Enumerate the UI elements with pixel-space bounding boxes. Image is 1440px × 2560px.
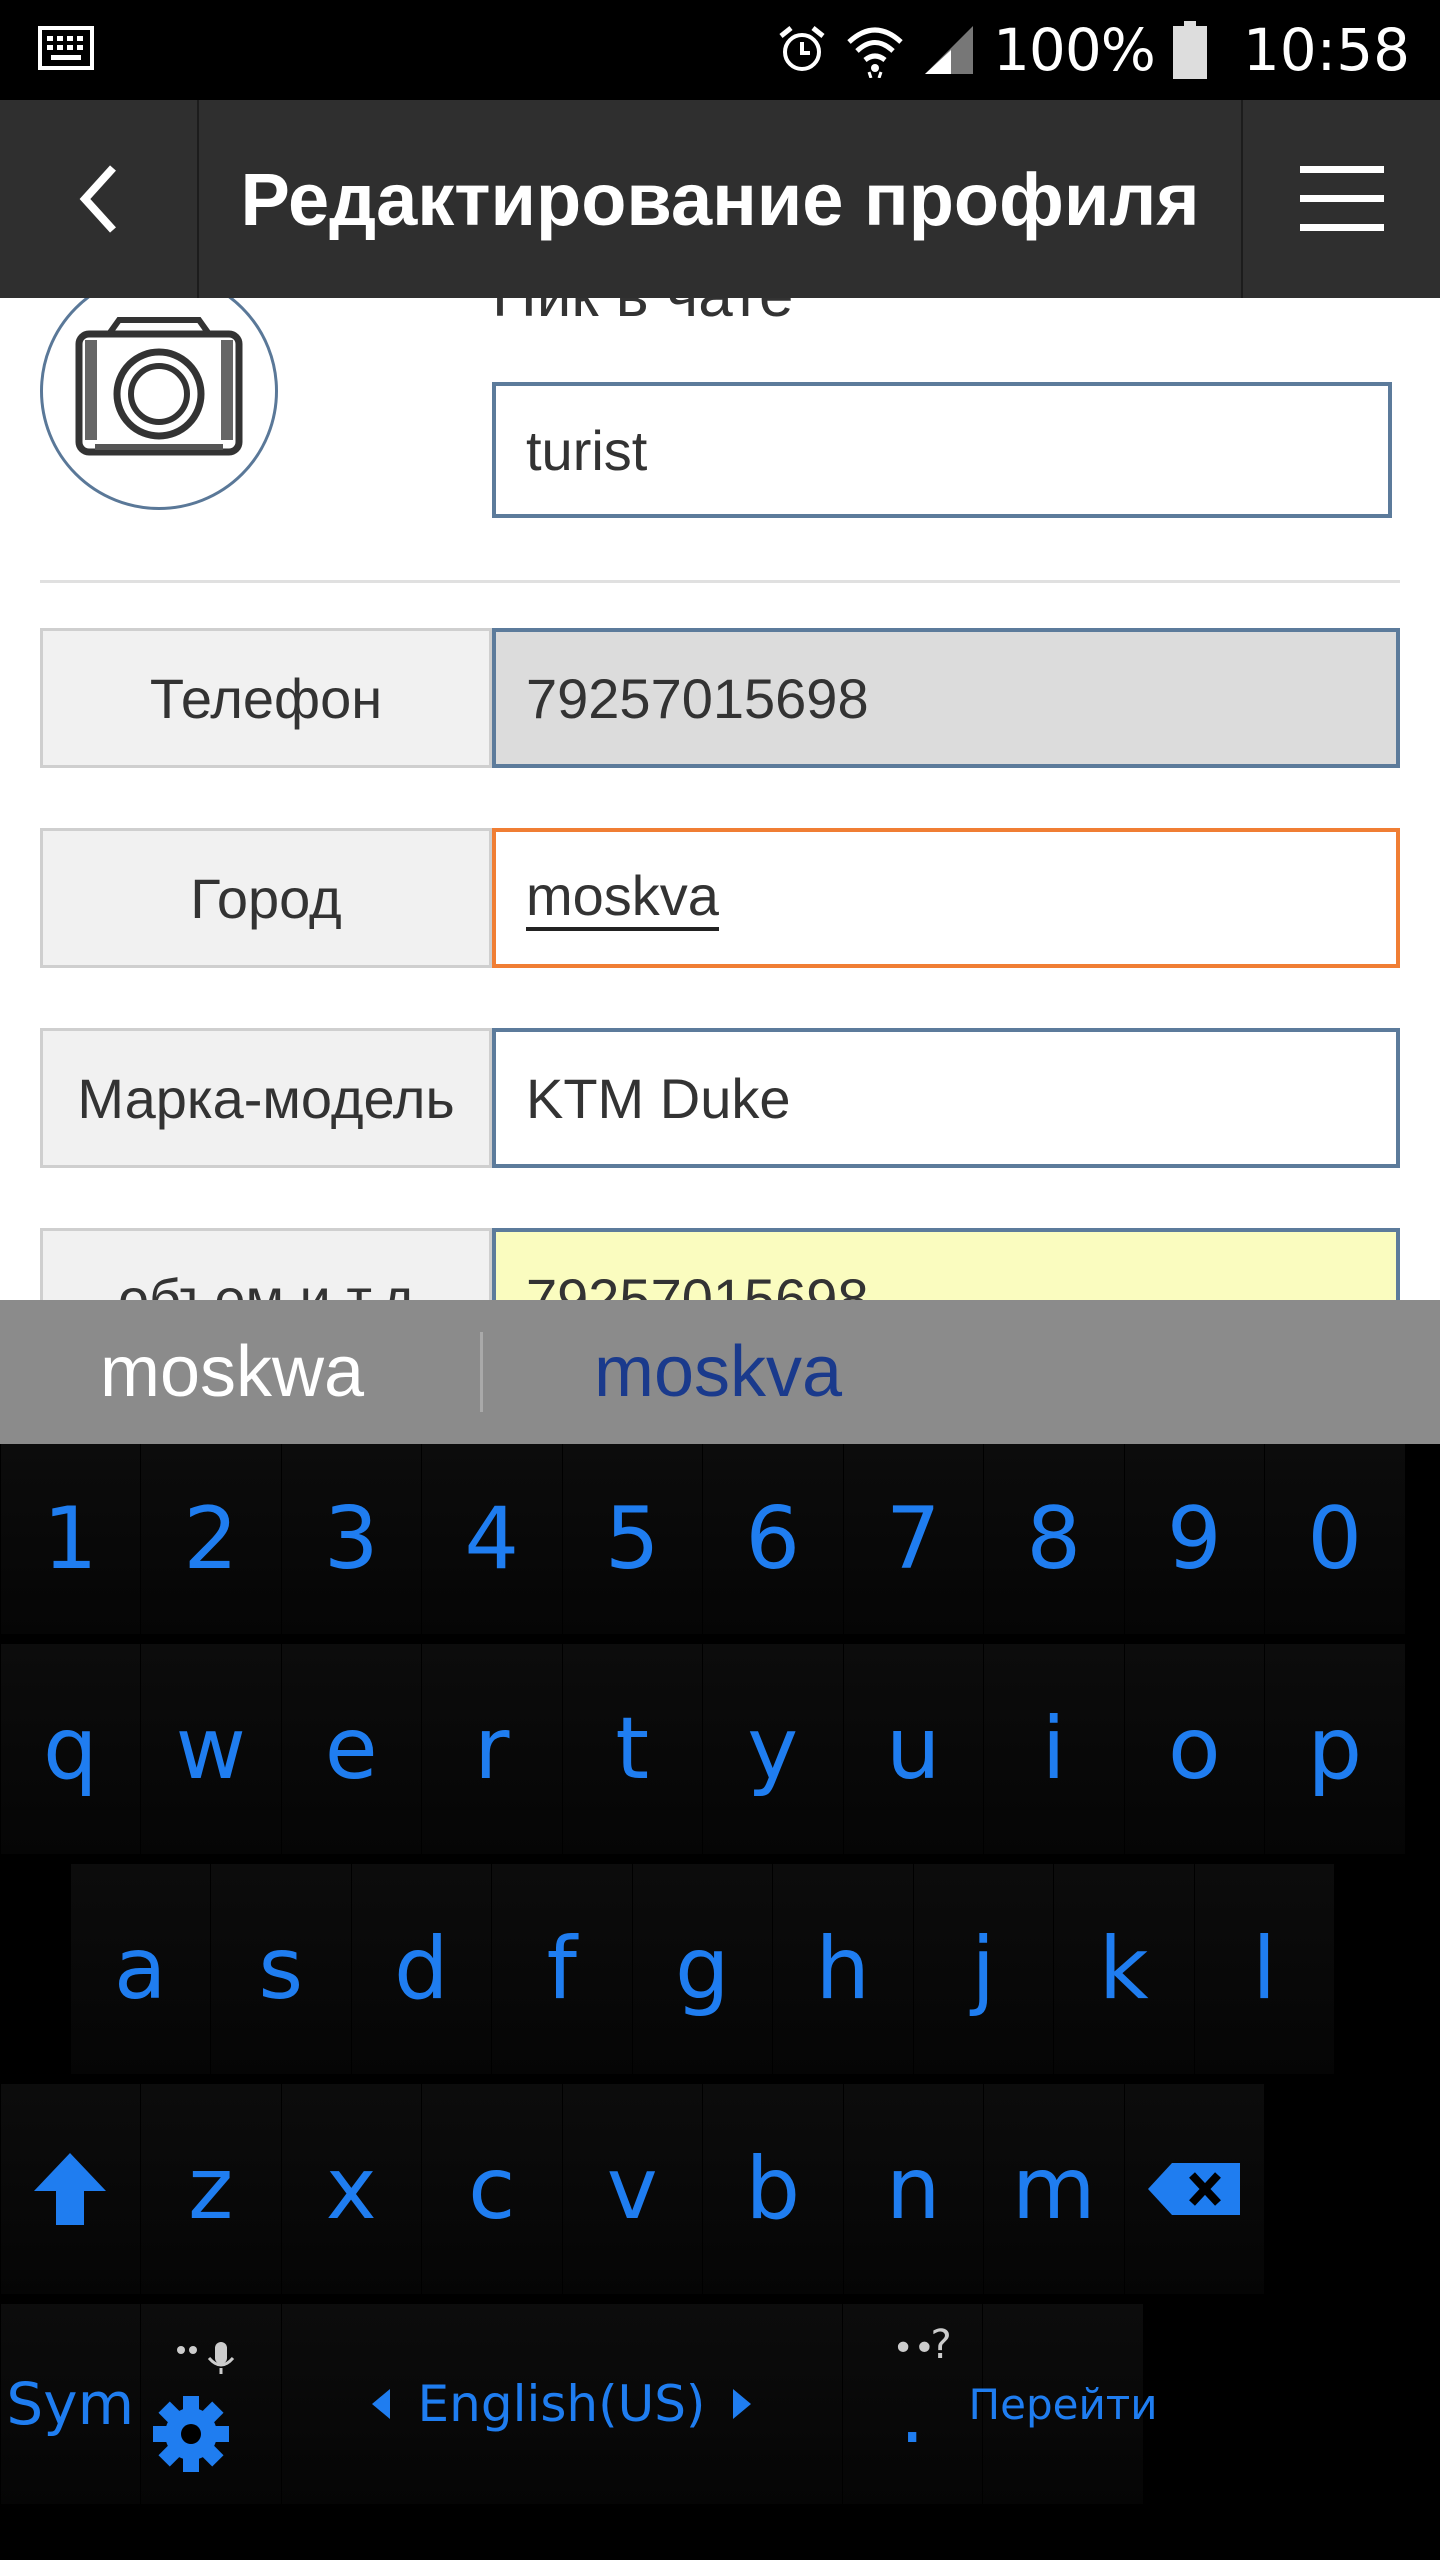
- key-m[interactable]: m: [984, 2084, 1124, 2294]
- model-field[interactable]: KTM Duke: [492, 1028, 1400, 1168]
- key-8[interactable]: 8: [984, 1444, 1124, 1634]
- key-7[interactable]: 7: [843, 1444, 983, 1634]
- key-k[interactable]: k: [1054, 1864, 1194, 2074]
- battery-icon: [1172, 21, 1207, 79]
- wifi-icon: [847, 27, 903, 78]
- city-field[interactable]: moskva: [492, 828, 1400, 968]
- app-bar: Редактирование профиля: [0, 100, 1440, 298]
- question-hint: ?: [930, 2322, 952, 2368]
- model-row: Марка-модель KTM Duke: [40, 1028, 1400, 1168]
- key-6[interactable]: 6: [703, 1444, 843, 1634]
- camera-icon: [75, 317, 243, 456]
- profile-form: Ник в чате turist Телефон 79257015698 Го…: [0, 298, 1440, 1300]
- phone-label: Телефон: [40, 628, 492, 768]
- key-g[interactable]: g: [632, 1864, 772, 2074]
- key-2[interactable]: 2: [141, 1444, 281, 1634]
- key-x[interactable]: x: [281, 2084, 421, 2294]
- key-y[interactable]: y: [703, 1644, 843, 1854]
- key-5[interactable]: 5: [562, 1444, 702, 1634]
- key-b[interactable]: b: [703, 2084, 843, 2294]
- signal-icon: [925, 26, 974, 74]
- key-c[interactable]: c: [422, 2084, 562, 2294]
- key-v[interactable]: v: [562, 2084, 702, 2294]
- key-r[interactable]: r: [422, 1644, 562, 1854]
- key-1[interactable]: 1: [0, 1444, 140, 1634]
- key-h[interactable]: h: [773, 1864, 913, 2074]
- key-e[interactable]: e: [281, 1644, 421, 1854]
- suggestion-2[interactable]: moskva: [594, 1300, 842, 1444]
- key-s[interactable]: s: [211, 1864, 351, 2074]
- asdf-row: a s d f g h j k l: [70, 1864, 1335, 2074]
- key-n[interactable]: n: [843, 2084, 983, 2294]
- key-u[interactable]: u: [843, 1644, 983, 1854]
- phone-field[interactable]: 79257015698: [492, 628, 1400, 768]
- on-screen-keyboard: 1 2 3 4 5 6 7 8 9 0 q w e r t y u i o p …: [0, 1444, 1440, 2560]
- suggestion-1[interactable]: moskwa: [100, 1300, 364, 1444]
- bottom-row: Sym English(US) •• ? . Перейти: [0, 2304, 1158, 2504]
- shift-key[interactable]: [0, 2084, 140, 2294]
- alarm-icon: [779, 26, 825, 71]
- nick-label: Ник в чате: [492, 298, 794, 331]
- key-w[interactable]: w: [141, 1644, 281, 1854]
- qwerty-row: q w e r t y u i o p: [0, 1644, 1405, 1854]
- volume-field[interactable]: 79257015698: [492, 1228, 1400, 1300]
- key-o[interactable]: o: [1124, 1644, 1264, 1854]
- phone-row: Телефон 79257015698: [40, 628, 1400, 768]
- hamburger-menu-icon: [1299, 166, 1384, 231]
- backspace-key[interactable]: [1124, 2084, 1264, 2294]
- suggestion-divider: [480, 1332, 483, 1412]
- key-i[interactable]: i: [984, 1644, 1124, 1854]
- key-a[interactable]: a: [70, 1864, 210, 2074]
- key-9[interactable]: 9: [1124, 1444, 1264, 1634]
- key-3[interactable]: 3: [281, 1444, 421, 1634]
- shift-arrow-icon: [34, 2153, 107, 2225]
- zxcv-row: z x c v b n m: [0, 2084, 1265, 2294]
- status-bar: 100% 10:58: [0, 0, 1440, 100]
- key-d[interactable]: d: [351, 1864, 491, 2074]
- key-q[interactable]: q: [0, 1644, 140, 1854]
- language-label: English(US): [417, 2375, 706, 2433]
- page-title: Редактирование профиля: [240, 157, 1200, 241]
- key-z[interactable]: z: [141, 2084, 281, 2294]
- menu-button[interactable]: [1241, 100, 1440, 298]
- settings-key[interactable]: [141, 2304, 281, 2504]
- key-4[interactable]: 4: [422, 1444, 562, 1634]
- back-button[interactable]: [0, 100, 199, 298]
- space-key[interactable]: English(US): [281, 2304, 842, 2504]
- city-row: Город moskva: [40, 828, 1400, 968]
- language-switch: English(US): [370, 2375, 754, 2433]
- arrow-left-icon: [371, 2389, 390, 2419]
- key-t[interactable]: t: [562, 1644, 702, 1854]
- number-row: 1 2 3 4 5 6 7 8 9 0: [0, 1444, 1405, 1634]
- go-key[interactable]: Перейти: [969, 2304, 1158, 2504]
- city-label: Город: [40, 828, 492, 968]
- suggestion-bar: moskwa moskva: [0, 1300, 1440, 1444]
- key-j[interactable]: j: [913, 1864, 1053, 2074]
- period-label: .: [899, 2367, 925, 2461]
- period-key[interactable]: •• ? .: [842, 2304, 982, 2504]
- key-f[interactable]: f: [492, 1864, 632, 2074]
- back-chevron-icon: [79, 165, 116, 233]
- clock: 10:58: [1242, 16, 1410, 84]
- divider: [40, 580, 1400, 583]
- avatar-button[interactable]: [40, 298, 278, 510]
- key-0[interactable]: 0: [1265, 1444, 1405, 1634]
- model-label: Марка-модель: [40, 1028, 492, 1168]
- key-p[interactable]: p: [1265, 1644, 1405, 1854]
- go-label: Перейти: [968, 2379, 1158, 2429]
- backspace-icon: [1148, 2163, 1241, 2215]
- sym-key[interactable]: Sym: [0, 2304, 140, 2504]
- key-l[interactable]: l: [1194, 1864, 1334, 2074]
- arrow-right-icon: [733, 2389, 752, 2419]
- volume-row: объем и т.д 79257015698: [40, 1228, 1400, 1300]
- nick-input[interactable]: turist: [492, 382, 1392, 518]
- city-field-text: moskva: [526, 865, 719, 931]
- period-hint-dots: ••: [892, 2328, 935, 2369]
- battery-percent: 100%: [993, 16, 1156, 84]
- volume-label: объем и т.д: [40, 1228, 492, 1300]
- settings-gear-icon: [152, 2342, 234, 2472]
- keyboard-icon: [38, 26, 94, 70]
